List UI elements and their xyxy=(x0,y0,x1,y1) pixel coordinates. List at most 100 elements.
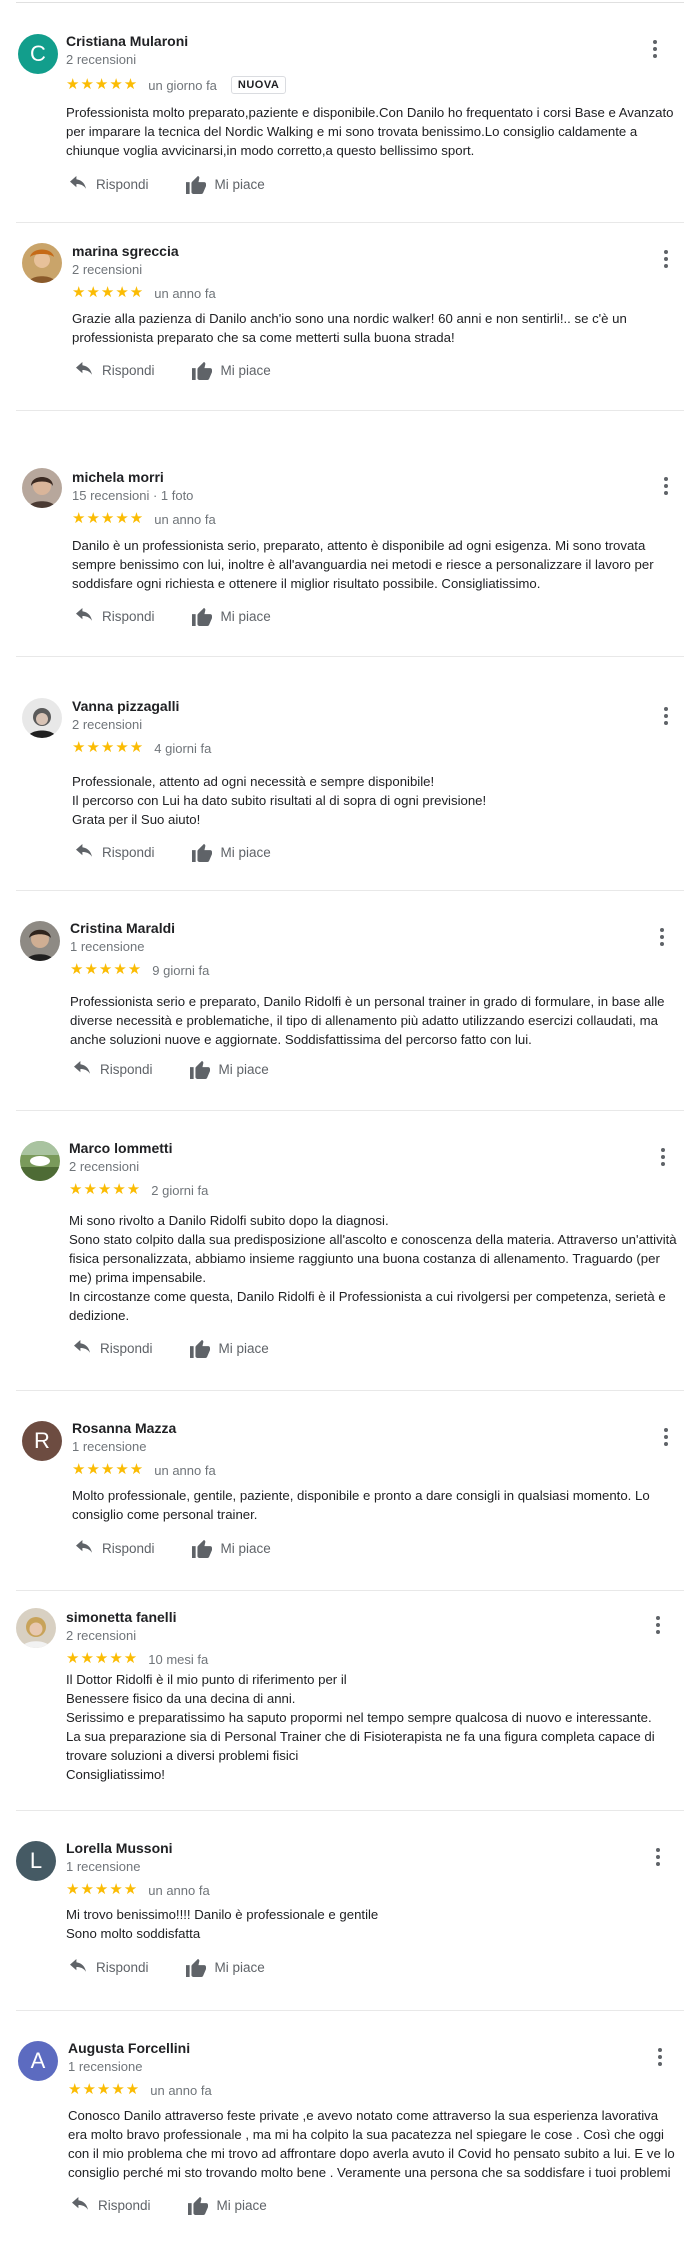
rating-row: ★★★★★ un giorno fa NUOVA xyxy=(66,76,287,94)
reply-arrow-icon xyxy=(70,176,86,189)
avatar[interactable]: L xyxy=(16,1841,56,1881)
thumbs-up-icon xyxy=(191,1539,212,1558)
review-text-line: Professionale, attento ad ogni necessità… xyxy=(72,774,435,789)
reply-arrow-icon xyxy=(72,2197,88,2210)
reviewer-name[interactable]: Marco lommetti xyxy=(69,1140,172,1156)
review-text-line: La sua preparazione sia di Personal Trai… xyxy=(66,1729,655,1744)
reply-button[interactable]: Rispondi xyxy=(70,2197,151,2213)
review-text-line: consiglio come personal trainer. xyxy=(72,1507,258,1522)
review-date: un anno fa xyxy=(148,1882,210,1898)
review-text-line: Sono stato colpito dalla sua predisposiz… xyxy=(69,1232,677,1247)
review-text-line: me) prima impensabile. xyxy=(69,1270,207,1285)
more-vert-icon[interactable] xyxy=(645,37,665,61)
reply-button[interactable]: Rispondi xyxy=(74,844,155,860)
reviewer-name[interactable]: Lorella Mussoni xyxy=(66,1840,173,1856)
like-button[interactable]: Mi piace xyxy=(185,174,265,194)
review-date: 2 giorni fa xyxy=(151,1182,209,1198)
reply-button[interactable]: Rispondi xyxy=(72,1340,153,1356)
more-vert-icon[interactable] xyxy=(648,1613,668,1637)
reviewer-meta: 2 recensioni xyxy=(72,262,143,277)
reviewer-name[interactable]: marina sgreccia xyxy=(72,243,179,259)
rating-row: ★★★★★ 4 giorni fa xyxy=(72,739,211,757)
thumbs-up-icon xyxy=(191,607,212,626)
thumbs-up-icon xyxy=(185,1958,206,1977)
reply-arrow-icon xyxy=(74,1061,90,1074)
avatar[interactable] xyxy=(22,698,62,738)
reply-arrow-icon xyxy=(76,608,92,621)
more-vert-icon[interactable] xyxy=(653,1145,673,1169)
reviewer-name[interactable]: Vanna pizzagalli xyxy=(72,698,179,714)
like-button[interactable]: Mi piace xyxy=(189,1338,269,1358)
reviewer-name[interactable]: Rosanna Mazza xyxy=(72,1420,176,1436)
review-text-line: Professionista serio e preparato, Danilo… xyxy=(70,994,665,1009)
avatar[interactable] xyxy=(22,243,62,283)
reply-button[interactable]: Rispondi xyxy=(68,1959,149,1975)
review-text-line: era molto bravo professionale , ma mi ha… xyxy=(68,2127,664,2142)
reviewer-name[interactable]: Cristiana Mularoni xyxy=(66,33,188,49)
more-vert-icon[interactable] xyxy=(648,1845,668,1869)
like-button[interactable]: Mi piace xyxy=(191,360,271,380)
reply-button[interactable]: Rispondi xyxy=(74,1540,155,1556)
review-divider xyxy=(16,1590,684,1591)
avatar[interactable]: C xyxy=(18,34,58,74)
reply-arrow-icon xyxy=(76,362,92,375)
reply-button[interactable]: Rispondi xyxy=(68,176,149,192)
more-vert-icon[interactable] xyxy=(656,704,676,728)
review-divider xyxy=(16,1110,684,1111)
review-text: Conosco Danilo attraverso feste private … xyxy=(68,2106,675,2182)
reply-button[interactable]: Rispondi xyxy=(74,608,155,624)
review-text: Professionista serio e preparato, Danilo… xyxy=(70,992,665,1049)
review-actions: Rispondi Mi piace xyxy=(74,1536,271,1560)
avatar[interactable]: R xyxy=(22,1421,62,1461)
reviewer-name[interactable]: simonetta fanelli xyxy=(66,1609,176,1625)
like-label: Mi piace xyxy=(214,176,265,192)
avatar[interactable]: A xyxy=(18,2041,58,2081)
review-card: C Cristiana Mularoni 2 recensioni ★★★★★ … xyxy=(0,0,700,230)
avatar[interactable] xyxy=(20,921,60,961)
more-vert-icon[interactable] xyxy=(656,474,676,498)
review-text: Grazie alla pazienza di Danilo anch'io s… xyxy=(72,309,627,347)
reviewer-meta: 2 recensioni xyxy=(72,717,143,732)
review-divider xyxy=(16,2010,684,2011)
avatar[interactable] xyxy=(16,1608,56,1648)
like-button[interactable]: Mi piace xyxy=(191,1538,271,1558)
avatar[interactable] xyxy=(20,1141,60,1181)
review-text-line: consiglio perché mi sto trovando molto b… xyxy=(68,2165,671,2180)
review-text-line: Il Dottor Ridolfi è il mio punto di rife… xyxy=(66,1672,347,1687)
reviewer-name[interactable]: Cristina Maraldi xyxy=(70,920,175,936)
reply-button[interactable]: Rispondi xyxy=(74,362,155,378)
like-button[interactable]: Mi piace xyxy=(189,1059,269,1079)
like-label: Mi piace xyxy=(220,362,271,378)
reply-label: Rispondi xyxy=(96,176,149,192)
like-button[interactable]: Mi piace xyxy=(187,2195,267,2215)
avatar[interactable] xyxy=(22,468,62,508)
review-text-line: Conosco Danilo attraverso feste private … xyxy=(68,2108,659,2123)
reply-label: Rispondi xyxy=(96,1959,149,1975)
more-vert-icon[interactable] xyxy=(652,925,672,949)
more-vert-icon[interactable] xyxy=(650,2045,670,2069)
like-button[interactable]: Mi piace xyxy=(191,842,271,862)
review-actions: Rispondi Mi piace xyxy=(68,172,265,196)
star-rating: ★★★★★ xyxy=(72,510,145,527)
reply-label: Rispondi xyxy=(102,1540,155,1556)
review-text-line: Professionista molto preparato,paziente … xyxy=(66,105,674,120)
review-divider xyxy=(16,656,684,657)
like-label: Mi piace xyxy=(220,608,271,624)
review-divider xyxy=(16,410,684,411)
like-button[interactable]: Mi piace xyxy=(185,1957,265,1977)
review-text: Mi trovo benissimo!!!! Danilo è professi… xyxy=(66,1905,378,1943)
reviewer-name[interactable]: michela morri xyxy=(72,469,164,485)
review-text-line: con il mio problema che mi trovo ad affr… xyxy=(68,2146,675,2161)
more-vert-icon[interactable] xyxy=(656,247,676,271)
review-date: un giorno fa xyxy=(148,77,217,93)
reply-label: Rispondi xyxy=(102,362,155,378)
review-actions: Rispondi Mi piace xyxy=(70,2193,267,2217)
reviewer-name[interactable]: Augusta Forcellini xyxy=(68,2040,190,2056)
more-vert-icon[interactable] xyxy=(656,1425,676,1449)
like-button[interactable]: Mi piace xyxy=(191,606,271,626)
review-text-line: anche soluzioni nuove e aggiornate. Sodd… xyxy=(70,1032,532,1047)
review-text: Danilo è un professionista serio, prepar… xyxy=(72,536,654,593)
reply-button[interactable]: Rispondi xyxy=(72,1061,153,1077)
review-date: un anno fa xyxy=(150,2082,212,2098)
review-actions: Rispondi Mi piace xyxy=(74,840,271,864)
